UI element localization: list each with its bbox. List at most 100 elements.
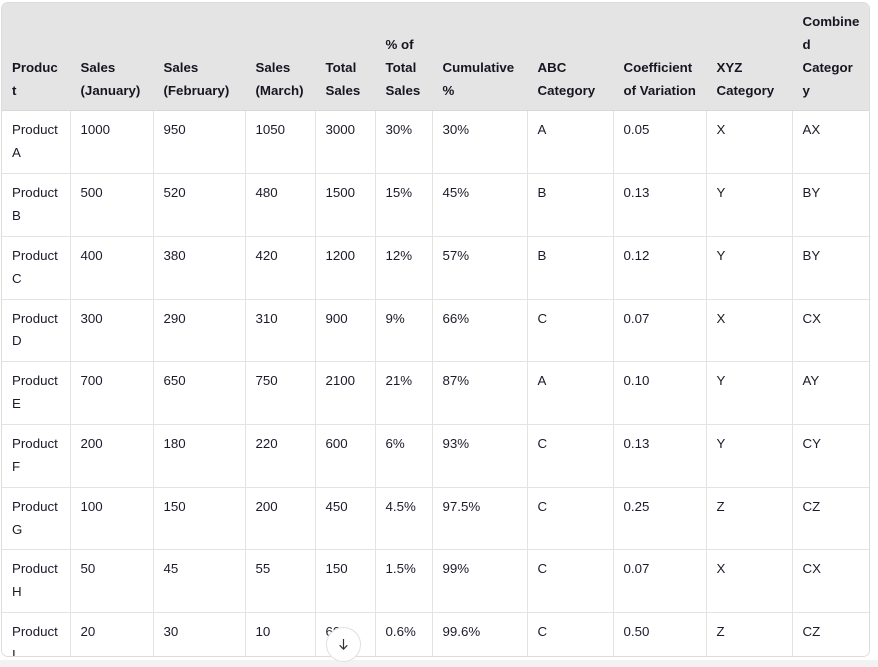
table-body: Product A 1000 950 1050 3000 30% 30% A 0.05 X AX Pr… [2, 110, 869, 656]
cell-abc-category: C [527, 612, 614, 656]
cell-xyz-category: Y [706, 173, 793, 237]
cell-sales-january: 700 [70, 361, 154, 426]
cell-sales-february: 950 [153, 110, 246, 175]
table-row[interactable]: Product B 500 520 480 1500 15% 45% B 0.13 Y BY [2, 173, 869, 237]
cell-product: Product D [2, 299, 71, 363]
column-header-sales-march[interactable]: Sales (March) [245, 3, 316, 112]
cell-abc-category: A [527, 361, 614, 426]
column-header-product[interactable]: Product [2, 3, 71, 112]
cell-sales-february: 180 [153, 424, 246, 488]
column-header-percent-of-total[interactable]: % of Total Sales [375, 3, 433, 112]
cell-combined-category: CZ [792, 487, 869, 551]
table-row[interactable]: Product A 1000 950 1050 3000 30% 30% A 0.05 X AX [2, 110, 869, 175]
cell-xyz-category: Y [706, 424, 793, 488]
cell-percent-of-total: 15% [375, 173, 433, 237]
cell-sales-march: 1050 [245, 110, 316, 175]
cell-sales-february: 30 [153, 612, 246, 656]
cell-percent-of-total: 9% [375, 299, 433, 363]
cell-percent-of-total: 30% [375, 110, 433, 175]
cell-cumulative-percent: 87% [432, 361, 528, 426]
cell-abc-category: C [527, 549, 614, 614]
cell-coefficient-of-variation: 0.07 [613, 549, 707, 614]
cell-combined-category: BY [792, 173, 869, 237]
cell-coefficient-of-variation: 0.10 [613, 361, 707, 426]
cell-xyz-category: X [706, 549, 793, 614]
cell-sales-january: 200 [70, 424, 154, 488]
cell-combined-category: CX [792, 549, 869, 614]
table-row[interactable]: Product D 300 290 310 900 9% 66% C 0.07 X CX [2, 299, 869, 363]
cell-sales-january: 300 [70, 299, 154, 363]
cell-cumulative-percent: 45% [432, 173, 528, 237]
cell-xyz-category: X [706, 299, 793, 363]
scroll-down-button[interactable] [326, 627, 361, 662]
cell-abc-category: A [527, 110, 614, 175]
cell-xyz-category: Z [706, 487, 793, 551]
cell-cumulative-percent: 99.6% [432, 612, 528, 656]
cell-total-sales: 150 [315, 549, 376, 614]
cell-cumulative-percent: 93% [432, 424, 528, 488]
cell-abc-category: C [527, 424, 614, 488]
table-row[interactable]: Product H 50 45 55 150 1.5% 99% C 0.07 X CX [2, 549, 869, 614]
cell-sales-march: 480 [245, 173, 316, 237]
cell-abc-category: C [527, 299, 614, 363]
cell-product: Product A [2, 110, 71, 175]
column-header-sales-february[interactable]: Sales (February) [153, 3, 246, 112]
cell-sales-january: 400 [70, 236, 154, 300]
column-header-sales-january[interactable]: Sales (January) [70, 3, 154, 112]
cell-product: Product E [2, 361, 71, 426]
cell-total-sales: 1500 [315, 173, 376, 237]
cell-coefficient-of-variation: 0.25 [613, 487, 707, 551]
table-row[interactable]: Product C 400 380 420 1200 12% 57% B 0.12 Y BY [2, 236, 869, 300]
cell-combined-category: CZ [792, 612, 869, 656]
arrow-down-icon [336, 637, 351, 652]
cell-sales-march: 10 [245, 612, 316, 656]
cell-sales-january: 100 [70, 487, 154, 551]
cell-coefficient-of-variation: 0.50 [613, 612, 707, 656]
cell-xyz-category: Y [706, 236, 793, 300]
column-header-cumulative-percent[interactable]: Cumulative % [432, 3, 528, 112]
cell-product: Product F [2, 424, 71, 488]
cell-sales-february: 290 [153, 299, 246, 363]
cell-combined-category: AX [792, 110, 869, 175]
cell-total-sales: 900 [315, 299, 376, 363]
cell-combined-category: CY [792, 424, 869, 488]
column-header-combined-category[interactable]: Combined Category [792, 3, 869, 112]
cell-sales-march: 750 [245, 361, 316, 426]
cell-combined-category: BY [792, 236, 869, 300]
cell-xyz-category: X [706, 110, 793, 175]
cell-cumulative-percent: 99% [432, 549, 528, 614]
cell-sales-march: 420 [245, 236, 316, 300]
cell-sales-february: 150 [153, 487, 246, 551]
sales-abc-xyz-table: Product Sales (January) Sales (February)… [2, 3, 869, 656]
cell-cumulative-percent: 97.5% [432, 487, 528, 551]
table-row[interactable]: Product G 100 150 200 450 4.5% 97.5% C 0.25 Z CZ [2, 487, 869, 551]
table-header: Product Sales (January) Sales (February)… [2, 3, 869, 112]
cell-cumulative-percent: 30% [432, 110, 528, 175]
cell-sales-february: 520 [153, 173, 246, 237]
column-header-total-sales[interactable]: Total Sales [315, 3, 376, 112]
cell-coefficient-of-variation: 0.13 [613, 173, 707, 237]
cell-sales-march: 310 [245, 299, 316, 363]
cell-total-sales: 450 [315, 487, 376, 551]
cell-abc-category: C [527, 487, 614, 551]
table-scroll-viewport[interactable]: Product Sales (January) Sales (February)… [1, 2, 870, 657]
cell-sales-january: 1000 [70, 110, 154, 175]
cell-product: Product H [2, 549, 71, 614]
cell-percent-of-total: 1.5% [375, 549, 433, 614]
cell-product: Product B [2, 173, 71, 237]
column-header-coefficient-of-variation[interactable]: Coefficient of Variation [613, 3, 707, 112]
column-header-xyz-category[interactable]: XYZ Category [706, 3, 793, 112]
cell-combined-category: CX [792, 299, 869, 363]
cell-total-sales: 2100 [315, 361, 376, 426]
table-header-row: Product Sales (January) Sales (February)… [2, 3, 869, 112]
column-header-abc-category[interactable]: ABC Category [527, 3, 614, 112]
cell-total-sales: 1200 [315, 236, 376, 300]
cell-combined-category: AY [792, 361, 869, 426]
table-row[interactable]: Product F 200 180 220 600 6% 93% C 0.13 Y CY [2, 424, 869, 488]
cell-coefficient-of-variation: 0.12 [613, 236, 707, 300]
table-row[interactable]: Product I203010600.6%99.6%C0.50ZCZ [2, 612, 869, 656]
cell-xyz-category: Z [706, 612, 793, 656]
cell-sales-january: 500 [70, 173, 154, 237]
table-row[interactable]: Product E 700 650 750 2100 21% 87% A 0.10 Y AY [2, 361, 869, 426]
cell-percent-of-total: 4.5% [375, 487, 433, 551]
